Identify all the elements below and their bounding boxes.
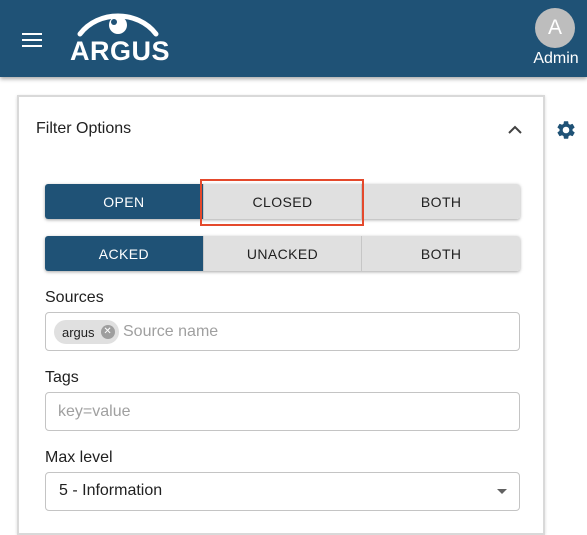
open-state-toggle: OPEN CLOSED BOTH bbox=[45, 184, 520, 219]
user-name[interactable]: Admin bbox=[526, 50, 586, 68]
toggle-ack-both[interactable]: BOTH bbox=[361, 236, 520, 271]
settings-button[interactable] bbox=[553, 117, 579, 143]
source-name-input[interactable] bbox=[123, 321, 503, 343]
collapse-button[interactable] bbox=[503, 117, 527, 141]
tags-field[interactable] bbox=[45, 392, 520, 431]
menu-button[interactable] bbox=[14, 24, 50, 56]
dropdown-arrow-icon bbox=[497, 489, 507, 494]
max-level-value: 5 - Information bbox=[59, 482, 163, 499]
tags-input[interactable] bbox=[58, 401, 508, 423]
toggle-unacked[interactable]: UNACKED bbox=[202, 236, 362, 271]
toggle-acked[interactable]: ACKED bbox=[45, 236, 203, 271]
ack-state-toggle: ACKED UNACKED BOTH bbox=[45, 236, 520, 271]
app-bar: ARGUS A Admin bbox=[0, 0, 587, 77]
chevron-up-icon bbox=[508, 125, 522, 134]
tags-label: Tags bbox=[45, 369, 79, 386]
max-level-label: Max level bbox=[45, 449, 113, 466]
close-circle-icon[interactable]: ✕ bbox=[100, 325, 115, 339]
avatar[interactable]: A bbox=[535, 8, 575, 48]
toggle-open[interactable]: OPEN bbox=[45, 184, 203, 219]
sources-label: Sources bbox=[45, 289, 104, 306]
gear-icon bbox=[557, 121, 575, 139]
source-chip[interactable]: argus ✕ bbox=[54, 320, 119, 344]
max-level-select[interactable]: 5 - Information bbox=[45, 472, 520, 511]
logo-text: ARGUS bbox=[70, 36, 171, 66]
toggle-open-both[interactable]: BOTH bbox=[361, 184, 520, 219]
menu-icon bbox=[22, 33, 42, 47]
toggle-closed[interactable]: CLOSED bbox=[202, 184, 362, 219]
filter-options-panel: Filter Options OPEN CLOSED BOTH ACKED UN… bbox=[17, 95, 545, 535]
chip-label: argus bbox=[62, 324, 95, 340]
sources-field[interactable]: argus ✕ bbox=[45, 312, 520, 351]
argus-logo[interactable]: ARGUS bbox=[70, 8, 171, 66]
panel-title: Filter Options bbox=[36, 120, 132, 137]
